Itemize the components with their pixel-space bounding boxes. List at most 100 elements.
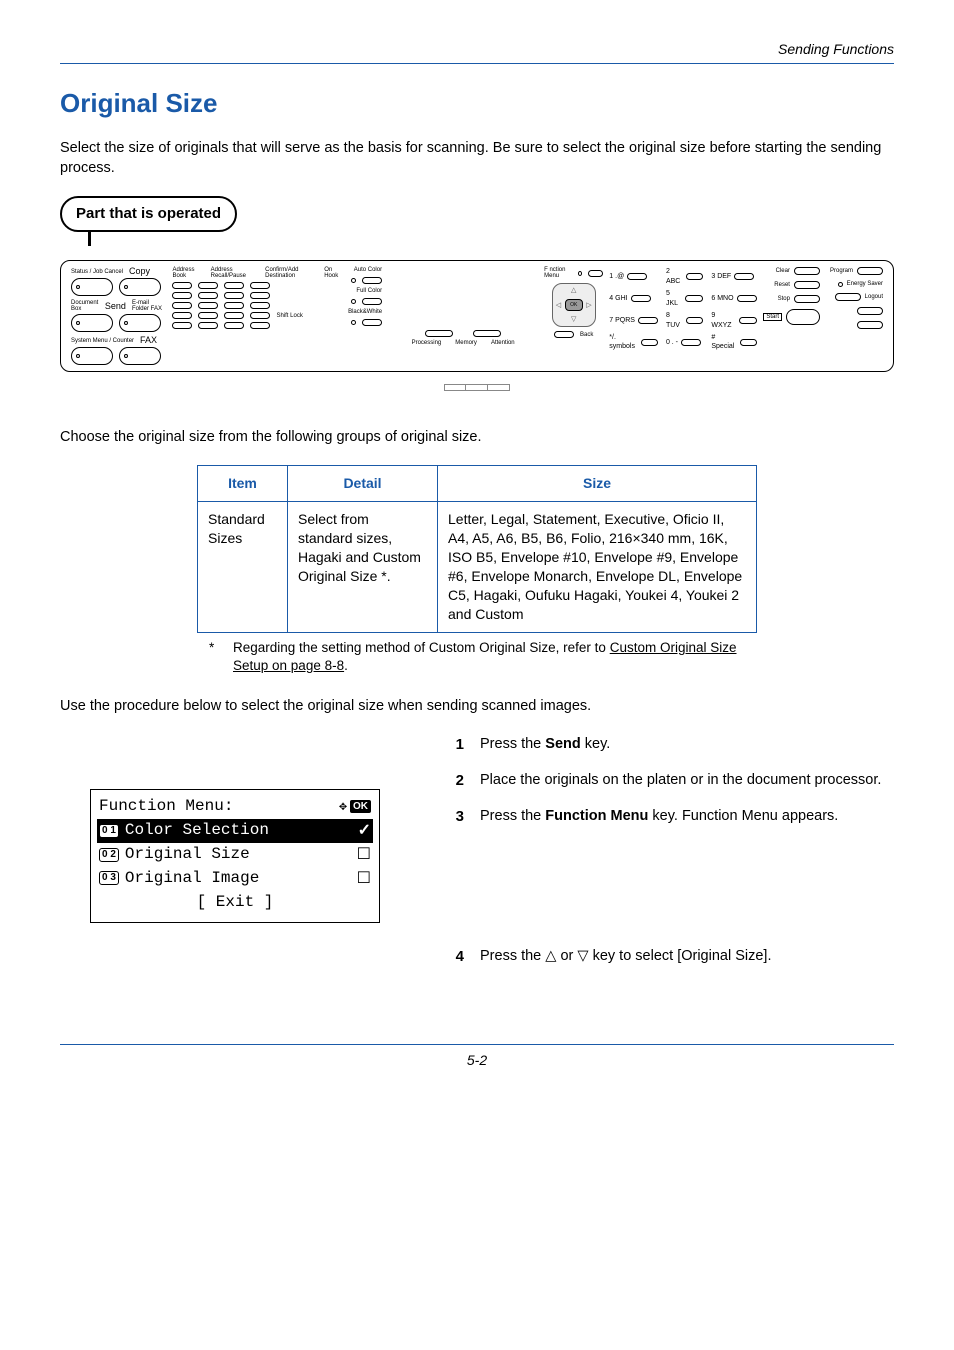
- step-text: Place the originals on the platen or in …: [480, 771, 894, 791]
- lcd-num-2: 0 2: [99, 848, 119, 862]
- step-text: key to select [Original Size].: [589, 948, 772, 964]
- onetouch-button[interactable]: [172, 292, 192, 299]
- clear-button[interactable]: [794, 267, 820, 275]
- onetouch-button[interactable]: [250, 312, 270, 319]
- autocolor-button[interactable]: [362, 277, 382, 284]
- onetouch-button[interactable]: [224, 302, 244, 309]
- key-3: 3 DEF: [711, 272, 731, 281]
- size-table: Item Detail Size Standard Sizes Select f…: [197, 465, 757, 632]
- td-detail: Select from standard sizes, Hagaki and C…: [288, 502, 438, 632]
- label-back: Back: [580, 332, 593, 338]
- numkey-9[interactable]: [739, 317, 758, 324]
- label-start: Start: [763, 313, 782, 321]
- square-icon: ☐: [357, 844, 371, 866]
- step-2: 2 Place the originals on the platen or i…: [450, 771, 894, 791]
- onetouch-button[interactable]: [250, 282, 270, 289]
- numkey-hash[interactable]: [740, 339, 758, 346]
- key-4: 4 GHI: [609, 294, 627, 303]
- label-confirm: Confirm/Add Destination: [265, 267, 314, 279]
- sysmenu-button[interactable]: [71, 347, 113, 365]
- back-button[interactable]: [554, 331, 574, 338]
- onetouch-button[interactable]: [172, 282, 192, 289]
- onetouch-button[interactable]: [224, 292, 244, 299]
- numkey-1[interactable]: [627, 273, 647, 280]
- lcd-exit[interactable]: [ Exit ]: [97, 890, 373, 914]
- footnote-lead: Regarding the setting method of Custom O…: [233, 640, 610, 655]
- label-memory: Memory: [455, 340, 477, 346]
- numkey-7[interactable]: [638, 317, 658, 324]
- key-0: 0 . -: [666, 338, 678, 347]
- function-menu-button[interactable]: [588, 270, 603, 277]
- onetouch-button[interactable]: [250, 302, 270, 309]
- numkey-8[interactable]: [686, 317, 703, 324]
- label-status: Status / Job Cancel: [71, 269, 123, 275]
- docbox-button[interactable]: [71, 314, 113, 332]
- program-button[interactable]: [857, 267, 883, 275]
- reset-button[interactable]: [794, 281, 820, 289]
- onetouch-button[interactable]: [224, 282, 244, 289]
- label-stop: Stop: [778, 296, 790, 302]
- td-item: Standard Sizes: [198, 502, 288, 632]
- stop-button[interactable]: [794, 295, 820, 303]
- th-item: Item: [198, 466, 288, 502]
- lcd-label-1: Color Selection: [125, 820, 352, 842]
- procedure-intro: Use the procedure below to select the or…: [60, 697, 894, 717]
- td-size: Letter, Legal, Statement, Executive, Ofi…: [438, 502, 757, 632]
- extra-button[interactable]: [857, 321, 883, 329]
- lcd-num-3: 0 3: [99, 871, 119, 885]
- onetouch-button[interactable]: [224, 322, 244, 329]
- ok-button[interactable]: OK: [565, 299, 583, 311]
- numkey-star[interactable]: [641, 339, 658, 346]
- onetouch-button[interactable]: [198, 302, 218, 309]
- label-autocolor: Auto Color: [354, 267, 382, 273]
- fullcolor-button[interactable]: [362, 298, 382, 305]
- up-triangle-icon: △: [545, 948, 556, 964]
- onetouch-button[interactable]: [198, 292, 218, 299]
- lcd-row-3[interactable]: 0 3 Original Image ☐: [97, 867, 373, 891]
- label-copy: Copy: [129, 267, 150, 276]
- send-button[interactable]: [119, 314, 161, 332]
- logout-button[interactable]: [857, 307, 883, 315]
- nav-icon: ✥: [339, 798, 347, 816]
- energy-button[interactable]: [835, 293, 861, 301]
- led-fullcolor: [351, 299, 356, 304]
- led-bw: [351, 320, 356, 325]
- numkey-0[interactable]: [681, 339, 701, 346]
- label-shift: Shift Lock: [276, 313, 302, 319]
- key-hash: # Special: [711, 333, 736, 352]
- numkey-2[interactable]: [686, 273, 703, 280]
- down-triangle-icon: ▽: [577, 948, 588, 964]
- lcd-row-2[interactable]: 0 2 Original Size ☐: [97, 843, 373, 867]
- fax-button[interactable]: [119, 347, 161, 365]
- lcd-row-1[interactable]: 0 1 Color Selection ✓: [97, 819, 373, 843]
- numkey-3[interactable]: [734, 273, 754, 280]
- right-select-button[interactable]: [473, 330, 501, 337]
- onetouch-button[interactable]: [172, 302, 192, 309]
- onetouch-button[interactable]: [172, 312, 192, 319]
- onetouch-button[interactable]: [198, 322, 218, 329]
- onetouch-button[interactable]: [250, 322, 270, 329]
- onetouch-button[interactable]: [172, 322, 192, 329]
- bw-button[interactable]: [362, 319, 382, 326]
- pill-connector: [88, 232, 91, 246]
- onetouch-button[interactable]: [224, 312, 244, 319]
- onetouch-button[interactable]: [198, 282, 218, 289]
- label-program: Program: [830, 268, 853, 274]
- panel-tray: [60, 378, 894, 398]
- key-5: 5 JKL: [666, 289, 682, 308]
- numkey-5[interactable]: [685, 295, 703, 302]
- key-8: 8 TUV: [666, 311, 683, 330]
- numkey-4[interactable]: [631, 295, 651, 302]
- start-button[interactable]: [786, 309, 820, 325]
- label-fullcolor: Full Color: [356, 288, 382, 294]
- dpad[interactable]: △▽ ◁▷ OK: [552, 283, 596, 327]
- check-icon: ✓: [358, 820, 371, 842]
- breadcrumb: Sending Functions: [60, 40, 894, 59]
- onetouch-button[interactable]: [198, 312, 218, 319]
- step-4: 4 Press the △ or ▽ key to select [Origin…: [450, 947, 894, 967]
- numkey-6[interactable]: [737, 295, 757, 302]
- copy-button[interactable]: [119, 278, 161, 296]
- status-button[interactable]: [71, 278, 113, 296]
- onetouch-button[interactable]: [250, 292, 270, 299]
- left-select-button[interactable]: [425, 330, 453, 337]
